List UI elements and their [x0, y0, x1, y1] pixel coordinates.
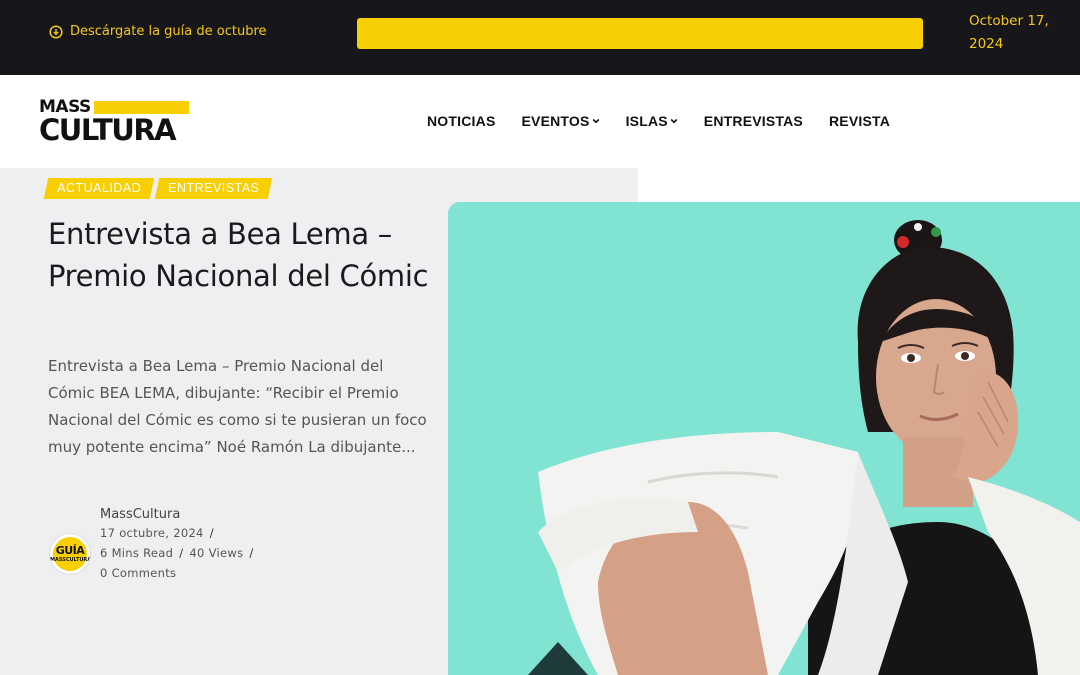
site-header: MASS CULTURA NOTICIAS EVENTOS ISLAS ENTR…	[0, 75, 1080, 168]
read-time: 6 Mins Read	[100, 546, 174, 560]
comment-count[interactable]: 0 Comments	[100, 566, 176, 580]
tag-entrevistas[interactable]: ENTREVISTAS	[154, 178, 273, 199]
author-name[interactable]: MassCultura	[100, 506, 260, 523]
nav-item-label: REVISTA	[828, 113, 891, 129]
main-nav: NOTICIAS EVENTOS ISLAS ENTREVISTAS REVIS…	[427, 113, 916, 129]
publish-date: 17 octubre, 2024	[100, 526, 204, 540]
meta-separator: /	[209, 526, 214, 540]
article-tags: ACTUALIDAD ENTREVISTAS	[43, 178, 273, 199]
view-count: 40 Views	[189, 546, 244, 560]
article-title[interactable]: Entrevista a Bea Lema – Premio Nacional …	[48, 213, 448, 297]
tag-label: ACTUALIDAD	[57, 181, 142, 195]
nav-item-islas[interactable]: ISLAS	[626, 113, 678, 129]
meta-line-stats: 6 Mins Read / 40 Views /	[100, 543, 260, 563]
nav-item-revista[interactable]: REVISTA	[829, 113, 890, 129]
download-guide-label: Descárgate la guía de octubre	[70, 24, 267, 39]
portrait-photo	[448, 202, 1080, 675]
nav-item-label: NOTICIAS	[427, 113, 496, 129]
nav-item-label: ISLAS	[625, 113, 668, 129]
logo-text-bottom: CULTURA	[39, 113, 177, 147]
chevron-down-icon	[592, 118, 599, 124]
meta-separator: /	[179, 546, 184, 560]
nav-item-entrevistas[interactable]: ENTREVISTAS	[704, 113, 803, 129]
meta-line-comments: 0 Comments	[100, 563, 260, 583]
meta-line-date: 17 octubre, 2024 /	[100, 523, 260, 543]
nav-item-label: ENTREVISTAS	[703, 113, 803, 129]
nav-item-noticias[interactable]: NOTICIAS	[427, 113, 496, 129]
nav-item-eventos[interactable]: EVENTOS	[522, 113, 600, 129]
avatar-text-bottom: MASSCULTURA	[50, 557, 91, 563]
news-ticker-bar[interactable]	[357, 18, 923, 49]
avatar-text-top: GUÍA	[55, 544, 85, 557]
article-excerpt: Entrevista a Bea Lema – Premio Nacional …	[48, 357, 427, 456]
download-guide-link[interactable]: Descárgate la guía de octubre	[49, 24, 267, 39]
tag-actualidad[interactable]: ACTUALIDAD	[43, 178, 155, 199]
article-meta: MassCultura 17 octubre, 2024 / 6 Mins Rea…	[100, 506, 260, 583]
top-bar: Descárgate la guía de octubre October 17…	[0, 0, 1080, 75]
author-avatar[interactable]: GUÍA MASSCULTURA	[49, 533, 91, 575]
current-date: October 17, 2024	[969, 13, 1049, 52]
site-logo[interactable]: MASS CULTURA	[39, 98, 191, 148]
chevron-down-icon	[670, 118, 678, 124]
article-featured-image[interactable]	[448, 202, 1080, 675]
nav-item-label: EVENTOS	[521, 113, 590, 129]
tag-label: ENTREVISTAS	[168, 181, 260, 195]
download-circle-icon	[49, 24, 63, 39]
meta-separator: /	[249, 546, 254, 560]
